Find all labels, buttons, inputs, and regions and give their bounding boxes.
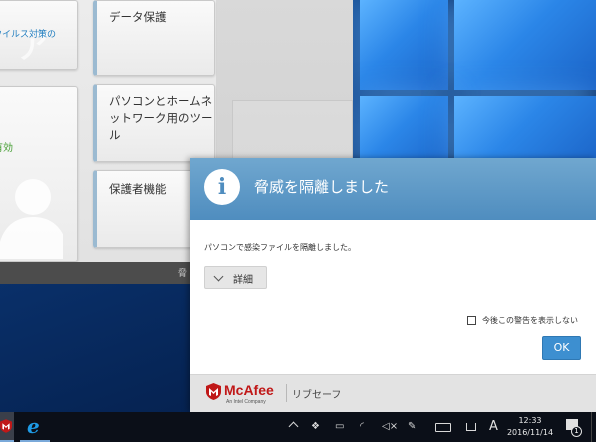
chevron-down-icon xyxy=(213,271,224,282)
taskbar-internet-explorer[interactable]: e xyxy=(20,412,50,442)
windows-logo-wallpaper xyxy=(354,0,596,170)
clock-date: 2016/11/14 xyxy=(506,428,554,437)
dont-show-label[interactable]: 今後この警告を表示しない xyxy=(482,315,578,326)
dialog-message: パソコンで感染ファイルを隔離しました。 xyxy=(204,243,356,252)
user-silhouette-icon xyxy=(0,179,63,259)
ok-button[interactable]: OK xyxy=(542,336,581,360)
mcafee-taskbar-icon xyxy=(0,419,12,433)
account-tile[interactable]: 有効 xyxy=(0,86,78,262)
footer-divider xyxy=(286,384,287,402)
virus-protection-tile[interactable]: ァ ウイルス対策の xyxy=(0,0,78,70)
status-bar-text: 脅 xyxy=(178,269,188,279)
tile-label: データ保護 xyxy=(109,10,167,24)
ime-mode-indicator[interactable]: A xyxy=(489,419,498,434)
taskbar-mcafee-app[interactable] xyxy=(0,412,14,442)
tile-label: 保護者機能 xyxy=(109,182,167,196)
details-button-label: 詳細 xyxy=(233,275,253,286)
battery-icon[interactable]: ▭ xyxy=(335,421,344,433)
tile-label: パソコンとホームネットワーク用のツール xyxy=(109,94,213,142)
notification-count-badge: 1 xyxy=(571,426,582,437)
mcafee-shield-icon xyxy=(206,383,221,400)
show-desktop-button[interactable] xyxy=(591,412,592,442)
dialog-footer: McAfee An Intel Company リブセーフ xyxy=(190,374,596,412)
threat-quarantined-dialog: i 脅威を隔離しました パソコンで感染ファイルを隔離しました。 詳細 今後この警… xyxy=(190,158,596,412)
info-icon: i xyxy=(204,169,240,205)
protection-status-text: 有効 xyxy=(0,143,13,154)
show-hidden-icons-chevron-icon[interactable] xyxy=(288,421,299,432)
details-button[interactable]: 詳細 xyxy=(204,266,267,289)
mcafee-logo-text: McAfee xyxy=(224,382,274,398)
mcafee-tray-icon[interactable]: ❖ xyxy=(311,421,320,433)
dont-show-checkbox[interactable] xyxy=(467,316,476,325)
dialog-title: 脅威を隔離しました xyxy=(254,178,390,196)
dialog-header: i 脅威を隔離しました xyxy=(190,158,596,220)
wifi-icon[interactable]: ◜ xyxy=(360,421,364,433)
virus-protection-link[interactable]: ウイルス対策の xyxy=(0,27,56,40)
clock-time: 12:33 xyxy=(518,416,542,425)
taskbar-clock[interactable]: 12:33 2016/11/14 xyxy=(505,415,555,439)
mcafee-logo-subtitle: An Intel Company xyxy=(226,399,266,405)
pen-icon[interactable]: ✎ xyxy=(408,421,416,433)
tile-data-protection[interactable]: データ保護 xyxy=(93,0,215,76)
internet-explorer-icon: e xyxy=(27,414,40,438)
ime-keyboard-icon[interactable] xyxy=(435,423,451,432)
volume-muted-icon[interactable]: ◁× xyxy=(382,421,398,433)
touch-keyboard-icon[interactable] xyxy=(466,423,476,431)
product-name: リブセーフ xyxy=(292,390,342,401)
taskbar: e ❖ ▭ ◜ ◁× ✎ A 12:33 2016/11/14 1 xyxy=(0,412,596,442)
tile-pc-network-tools[interactable]: パソコンとホームネットワーク用のツール xyxy=(93,84,215,162)
